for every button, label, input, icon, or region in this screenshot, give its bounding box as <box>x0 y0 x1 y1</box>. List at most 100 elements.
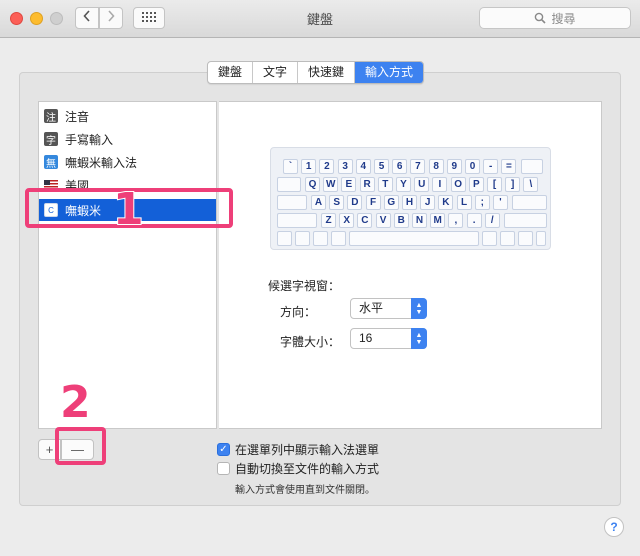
list-item-label: 手寫輸入 <box>65 132 114 147</box>
stepper-arrows-icon: ▲ ▼ <box>411 298 427 319</box>
keyboard-blank-key <box>277 177 301 192</box>
search-placeholder: 搜尋 <box>551 11 576 26</box>
keyboard-blank-key <box>277 213 317 228</box>
show-in-menu-checkbox[interactable]: ✓ <box>217 443 230 456</box>
keyboard-key: [ <box>487 177 502 192</box>
keyboard-key: - <box>483 159 499 174</box>
font-size-value: 16 <box>359 331 373 345</box>
show-all-button[interactable] <box>133 7 165 29</box>
keyboard-blank-key <box>518 231 533 246</box>
annotation-number-1: 1 <box>112 184 145 235</box>
auto-switch-option[interactable]: 自動切換至文件的輸入方式 <box>217 460 379 477</box>
keyboard-key: ; <box>474 195 490 210</box>
keyboard-key: F <box>365 195 381 210</box>
auto-switch-checkbox[interactable] <box>217 462 230 475</box>
list-item-label: 嘸蝦米輸入法 <box>65 155 138 170</box>
zhuyin-icon: 注 <box>44 109 58 124</box>
keyboard-key: N <box>412 213 427 228</box>
tab-keyboard[interactable]: 鍵盤 <box>208 62 254 83</box>
keyboard-key: M <box>430 213 446 228</box>
search-icon <box>534 12 547 24</box>
boshiamy-icon: 無 <box>44 155 58 170</box>
keyboard-key: D <box>347 195 363 210</box>
keyboard-key: L <box>456 195 472 210</box>
keyboard-key: 3 <box>337 159 353 174</box>
keyboard-key: C <box>357 213 373 228</box>
chevron-right-icon <box>107 9 115 27</box>
search-field[interactable]: 搜尋 <box>479 7 631 29</box>
direction-label: 方向： <box>280 305 317 319</box>
keyboard-key: H <box>402 195 417 210</box>
keyboard-key: \ <box>523 177 539 192</box>
direction-value: 水平 <box>359 301 384 315</box>
keyboard-key: 1 <box>301 159 317 174</box>
auto-switch-label: 自動切換至文件的輸入方式 <box>235 462 380 476</box>
keyboard-key: 5 <box>374 159 389 174</box>
keyboard-blank-key <box>313 231 328 246</box>
annotation-highlight-2 <box>55 427 106 465</box>
keyboard-blank-key <box>504 213 547 228</box>
font-size-popup[interactable]: 16 ▲ ▼ <box>350 328 427 349</box>
forward-button[interactable] <box>99 7 123 29</box>
keyboard-key: X <box>339 213 355 228</box>
keyboard-blank-key <box>512 195 547 210</box>
keyboard-key: W <box>323 177 339 192</box>
list-item-boshiamy-input[interactable]: 無 嘸蝦米輸入法 <box>44 151 137 173</box>
keyboard-key: K <box>438 195 454 210</box>
keyboard-key: S <box>329 195 345 210</box>
window-title: 鍵盤 <box>306 12 333 27</box>
keyboard-blank-key <box>536 231 546 246</box>
keyboard-blank-key <box>500 231 515 246</box>
direction-popup[interactable]: 水平 ▲ ▼ <box>350 298 427 319</box>
close-window-button[interactable] <box>10 12 23 25</box>
chevron-left-icon <box>83 9 91 27</box>
keyboard-blank-key <box>277 231 292 246</box>
keyboard-blank-key <box>331 231 346 246</box>
list-item-handwriting[interactable]: 字 手寫輸入 <box>44 128 113 150</box>
grid-icon <box>142 9 156 27</box>
keyboard-blank-key <box>521 159 543 174</box>
keyboard-key: Q <box>305 177 320 192</box>
back-button[interactable] <box>75 7 99 29</box>
candidate-window-heading: 候選字視窗： <box>268 279 341 293</box>
title-bar: 鍵盤 搜尋 <box>0 0 640 38</box>
keyboard-key: 2 <box>319 159 335 174</box>
tab-text[interactable]: 文字 <box>253 62 299 83</box>
tab-input-sources[interactable]: 輸入方式 <box>355 62 424 83</box>
font-size-label: 字體大小： <box>280 335 341 349</box>
keyboard-key: = <box>501 159 517 174</box>
show-in-menu-label: 在選單列中顯示輸入法選單 <box>235 443 380 457</box>
keyboard-key: Z <box>321 213 336 228</box>
help-button[interactable]: ? <box>604 517 624 537</box>
keyboard-key: . <box>466 213 482 228</box>
keyboard-key: 7 <box>410 159 426 174</box>
stepper-arrows-icon: ▲ ▼ <box>411 328 427 349</box>
keyboard-key: R <box>359 177 375 192</box>
keyboard-key: 8 <box>428 159 444 174</box>
keyboard-key: E <box>341 177 357 192</box>
keyboard-key: A <box>311 195 326 210</box>
keyboard-blank-key <box>482 231 497 246</box>
keyboard-key: U <box>414 177 430 192</box>
list-item-zhuyin[interactable]: 注 注音 <box>44 105 89 127</box>
keyboard-key: 0 <box>465 159 480 174</box>
keyboard-key: ' <box>493 195 508 210</box>
keyboard-key: G <box>383 195 399 210</box>
keyboard-key: , <box>448 213 464 228</box>
minimize-window-button[interactable] <box>30 12 43 25</box>
keyboard-key: ` <box>283 159 298 174</box>
keyboard-key: 4 <box>355 159 371 174</box>
keyboard-key: T <box>377 177 393 192</box>
tab-shortcuts[interactable]: 快速鍵 <box>298 62 356 83</box>
show-in-menu-option[interactable]: ✓ 在選單列中顯示輸入法選單 <box>217 441 379 458</box>
auto-switch-note: 輸入方式會使用直到文件關閉。 <box>235 485 375 496</box>
keyboard-key: I <box>432 177 448 192</box>
keyboard-key: ] <box>505 177 521 192</box>
keyboard-key: Y <box>396 177 411 192</box>
keyboard-key: O <box>450 177 466 192</box>
keyboard-key: J <box>420 195 436 210</box>
annotation-number-2: 2 <box>59 377 92 428</box>
handwriting-icon: 字 <box>44 132 58 147</box>
zoom-window-button[interactable] <box>50 12 63 25</box>
keyboard-layout-preview: ` 1 2 3 4 5 6 7 8 9 0- = Q W E R T Y U I O P[] \ A S D F G H J K L; ' … <box>270 147 551 250</box>
